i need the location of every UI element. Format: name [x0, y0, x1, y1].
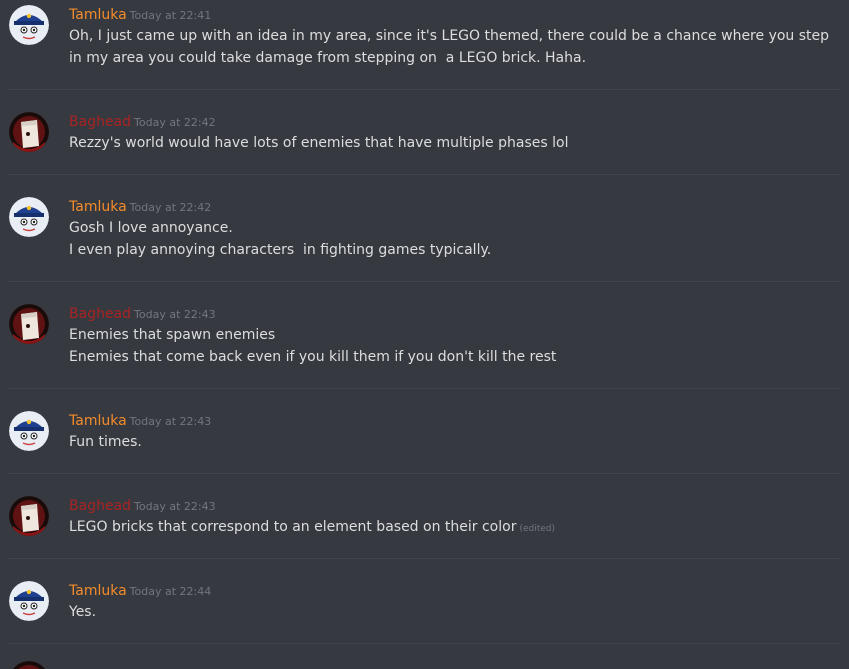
captain-avatar-icon[interactable] — [9, 411, 49, 451]
message-divider — [8, 89, 841, 90]
message-content: Enemies that spawn enemies Enemies that c… — [69, 324, 839, 368]
message-text: Fun times. — [69, 431, 839, 453]
message-divider — [8, 643, 841, 644]
message-content: Fun times. — [69, 431, 839, 453]
message-divider — [8, 174, 841, 175]
message-header: Baghead Today at 22:42 — [69, 112, 216, 132]
message-text: Rezzy's world would have lots of enemies… — [69, 132, 839, 154]
message-text: Yes. — [69, 601, 839, 623]
message-divider — [8, 473, 841, 474]
captain-avatar-icon[interactable] — [9, 197, 49, 237]
captain-avatar-icon[interactable] — [9, 5, 49, 45]
author-name[interactable]: Tamluka — [69, 583, 127, 599]
message-text-content: Enemies that spawn enemies — [69, 327, 276, 343]
message-text: Enemies that come back even if you kill … — [69, 346, 839, 368]
message-content: Rezzy's world would have lots of enemies… — [69, 132, 839, 154]
message-text-content: Rezzy's world would have lots of enemies… — [69, 135, 569, 151]
author-name[interactable]: Tamluka — [69, 7, 127, 23]
message-text: LEGO bricks that correspond to an elemen… — [69, 516, 839, 540]
message-header: Baghead Today at 22:43 — [69, 496, 216, 516]
message-header: Baghead Today at 22:43 — [69, 304, 216, 324]
message-header: Tamluka Today at 22:44 — [69, 581, 211, 601]
message-content: LEGO bricks that correspond to an elemen… — [69, 516, 839, 540]
message-header: Tamluka Today at 22:42 — [69, 197, 211, 217]
baghead-avatar-icon[interactable] — [9, 112, 49, 152]
author-name[interactable]: Tamluka — [69, 199, 127, 215]
captain-avatar-icon[interactable] — [9, 581, 49, 621]
chat-messages: Tamluka Today at 22:41 Oh, I just came up … — [0, 0, 849, 669]
message-text: Gosh I love annoyance. — [69, 217, 839, 239]
message-timestamp[interactable]: Today at 22:43 — [134, 500, 216, 513]
message-timestamp[interactable]: Today at 22:43 — [134, 308, 216, 321]
edited-label: (edited) — [519, 524, 556, 534]
message-text: I even play annoying characters in fight… — [69, 239, 839, 261]
message-timestamp[interactable]: Today at 22:43 — [130, 415, 212, 428]
message-header: Tamluka Today at 22:41 — [69, 5, 211, 25]
message-timestamp[interactable]: Today at 22:42 — [130, 201, 212, 214]
author-name[interactable]: Baghead — [69, 114, 131, 130]
message-divider — [8, 388, 841, 389]
message-text-content: I even play annoying characters in fight… — [69, 242, 492, 258]
message-text-content: Fun times. — [69, 434, 142, 450]
message-text: Enemies that spawn enemies — [69, 324, 839, 346]
message-text-content: LEGO bricks that correspond to an elemen… — [69, 519, 517, 535]
author-name[interactable]: Tamluka — [69, 413, 127, 429]
message-header: Tamluka Today at 22:43 — [69, 411, 211, 431]
message-text-content: Enemies that come back even if you kill … — [69, 349, 557, 365]
message-timestamp[interactable]: Today at 22:44 — [130, 585, 212, 598]
baghead-avatar-icon[interactable] — [9, 304, 49, 344]
message-timestamp[interactable]: Today at 22:41 — [130, 9, 212, 22]
message-timestamp[interactable]: Today at 22:42 — [134, 116, 216, 129]
message-content: Oh, I just came up with an idea in my ar… — [69, 25, 839, 69]
message-divider — [8, 558, 841, 559]
message-divider — [8, 281, 841, 282]
baghead-avatar-icon[interactable] — [9, 496, 49, 536]
message-text-content: Yes. — [69, 604, 97, 620]
message-content: Yes. — [69, 601, 839, 623]
author-name[interactable]: Baghead — [69, 306, 131, 322]
message-text-content: Gosh I love annoyance. — [69, 220, 233, 236]
message-text: Oh, I just came up with an idea in my ar… — [69, 25, 839, 69]
message-content: Gosh I love annoyance. I even play annoyi… — [69, 217, 839, 261]
baghead-avatar-icon[interactable] — [9, 661, 49, 669]
author-name[interactable]: Baghead — [69, 498, 131, 514]
message-text-content: Oh, I just came up with an idea in my ar… — [69, 28, 834, 66]
